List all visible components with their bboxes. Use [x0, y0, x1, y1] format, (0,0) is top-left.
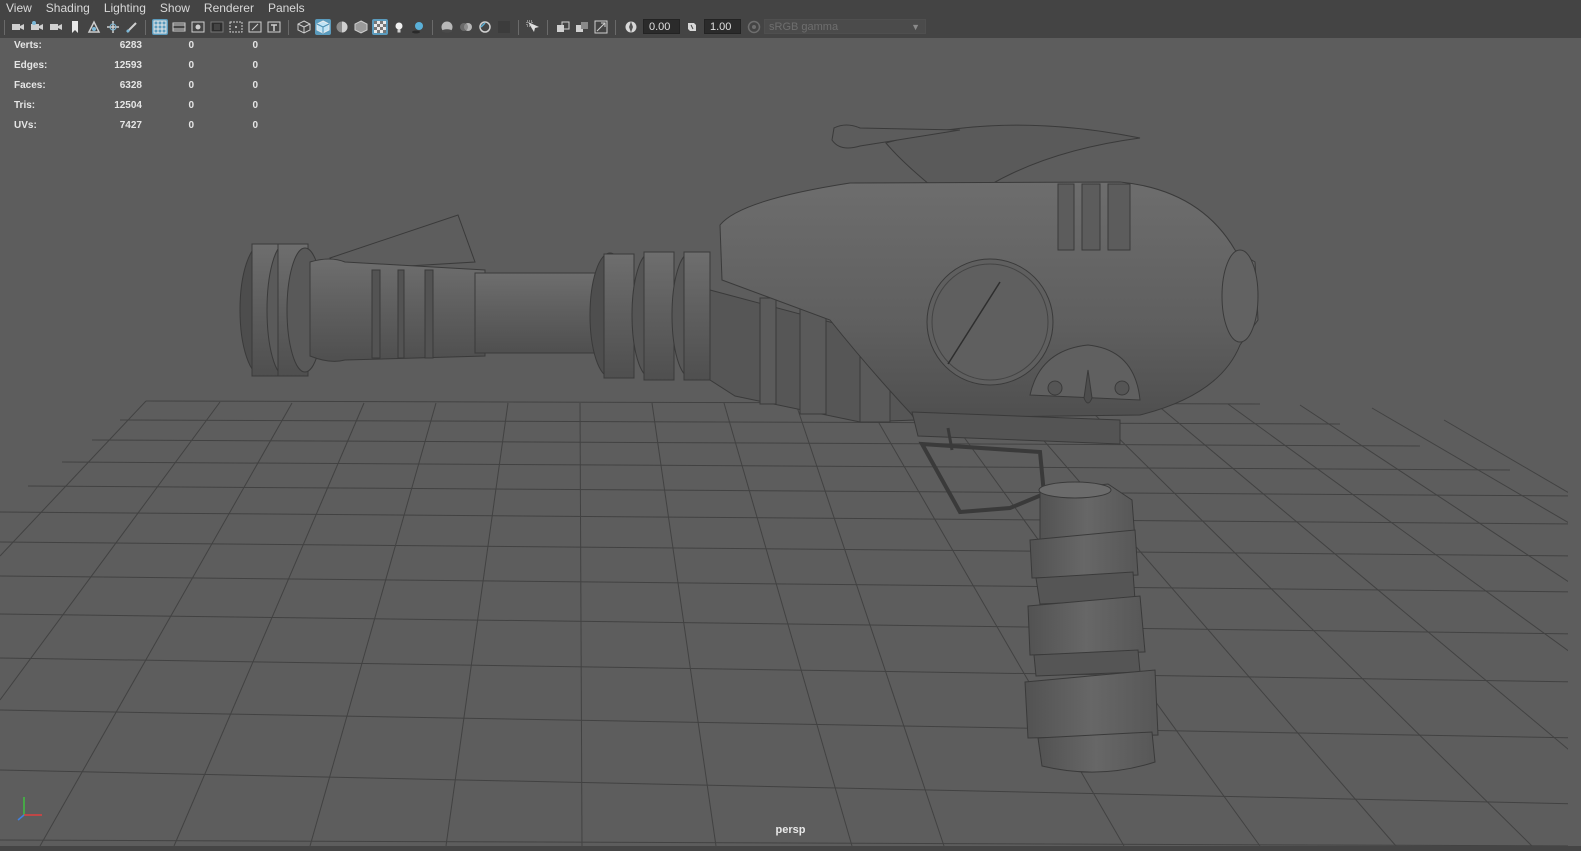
grease-pencil-icon[interactable] — [124, 19, 140, 35]
hud-value: 0 — [252, 80, 258, 91]
toolbar-separator — [518, 20, 519, 35]
hud-row-edges: Edges: 12593 0 0 — [14, 60, 274, 80]
hud-row-tris: Tris: 12504 0 0 — [14, 100, 274, 120]
hud-label: Edges: — [14, 60, 48, 71]
toolbar-separator — [288, 20, 289, 35]
hud-value: 0 — [188, 80, 194, 91]
hud-value: 12504 — [114, 100, 142, 111]
toolbar-separator — [432, 20, 433, 35]
default-material-icon[interactable] — [334, 19, 350, 35]
view-transform-select[interactable]: sRGB gamma ▼ — [764, 19, 926, 34]
gamma-field[interactable]: 1.00 — [704, 19, 741, 34]
multisample-aa-icon[interactable] — [477, 19, 493, 35]
hud-value: 0 — [188, 40, 194, 51]
image-plane-icon[interactable] — [86, 19, 102, 35]
isolate-select-icon[interactable] — [525, 19, 541, 35]
motion-blur-icon[interactable] — [458, 19, 474, 35]
hud-value: 6283 — [119, 40, 142, 51]
film-gate-icon[interactable] — [171, 19, 187, 35]
textured-icon[interactable] — [372, 19, 388, 35]
bookmark-icon[interactable] — [67, 19, 83, 35]
toolbar-separator — [4, 20, 5, 35]
wireframe-icon[interactable] — [296, 19, 312, 35]
ground-grid — [0, 400, 1581, 847]
exposure-field[interactable]: 0.00 — [643, 19, 680, 34]
hud-value: 12593 — [114, 60, 142, 71]
xray-icon[interactable] — [353, 19, 369, 35]
hud-row-faces: Faces: 6328 0 0 — [14, 80, 274, 100]
gate-mask-icon[interactable] — [209, 19, 225, 35]
screen-space-ao-icon[interactable] — [439, 19, 455, 35]
2d-pan-zoom-icon[interactable] — [105, 19, 121, 35]
use-all-lights-icon[interactable] — [391, 19, 407, 35]
gamma-icon[interactable] — [684, 19, 700, 35]
view-transform-value: sRGB gamma — [769, 21, 839, 33]
grid-icon[interactable] — [152, 19, 168, 35]
toolbar-separator — [615, 20, 616, 35]
toolbar-separator — [547, 20, 548, 35]
menu-renderer[interactable]: Renderer — [197, 0, 261, 17]
viewport-bottom-border — [0, 846, 1581, 851]
hud-value: 0 — [252, 60, 258, 71]
depth-of-field-icon[interactable] — [496, 19, 512, 35]
backface-culling-icon[interactable] — [593, 19, 609, 35]
smooth-shade-icon[interactable] — [315, 19, 331, 35]
hud-label: Tris: — [14, 100, 36, 111]
poly-count-hud: Verts: 6283 0 0 Edges: 12593 0 0 Faces: … — [14, 40, 274, 140]
hud-value: 6328 — [119, 80, 142, 91]
menu-panels[interactable]: Panels — [261, 0, 312, 17]
hud-value: 0 — [188, 100, 194, 111]
panel-toolbar: 0.00 1.00 sRGB gamma ▼ — [0, 17, 1581, 39]
menu-lighting[interactable]: Lighting — [97, 0, 153, 17]
hud-label: Verts: — [14, 40, 42, 51]
hud-label: Faces: — [14, 80, 46, 91]
menu-shading[interactable]: Shading — [39, 0, 97, 17]
hud-value: 0 — [188, 120, 194, 131]
viewport-right-edge — [1568, 76, 1581, 851]
menu-show[interactable]: Show — [153, 0, 197, 17]
select-camera-icon[interactable] — [10, 19, 26, 35]
color-management-icon[interactable] — [746, 19, 762, 35]
toolbar-separator — [145, 20, 146, 35]
exposure-icon[interactable] — [623, 19, 639, 35]
viewport-menu-bar: View Shading Lighting Show Renderer Pane… — [0, 0, 1581, 17]
safe-title-icon[interactable] — [266, 19, 282, 35]
axis-gizmo-icon — [17, 797, 42, 821]
xray-joints-icon[interactable] — [555, 19, 571, 35]
hud-label: UVs: — [14, 120, 37, 131]
resolution-gate-icon[interactable] — [190, 19, 206, 35]
hud-value: 0 — [252, 100, 258, 111]
hud-row-uvs: UVs: 7427 0 0 — [14, 120, 274, 140]
hud-value: 0 — [252, 120, 258, 131]
raygun-model — [239, 124, 1259, 773]
menu-view[interactable]: View — [0, 0, 39, 17]
hud-value: 0 — [252, 40, 258, 51]
scene-canvas[interactable] — [0, 38, 1581, 851]
3d-viewport[interactable] — [0, 38, 1581, 851]
xray-active-components-icon[interactable] — [574, 19, 590, 35]
field-chart-icon[interactable] — [228, 19, 244, 35]
camera-bookmark-icon[interactable] — [48, 19, 64, 35]
hud-value: 0 — [188, 60, 194, 71]
shadows-icon[interactable] — [410, 19, 426, 35]
camera-name-label: persp — [775, 824, 806, 836]
safe-action-icon[interactable] — [247, 19, 263, 35]
hud-row-verts: Verts: 6283 0 0 — [14, 40, 274, 60]
camera-attributes-icon[interactable] — [29, 19, 45, 35]
hud-value: 7427 — [119, 120, 142, 131]
chevron-down-icon: ▼ — [911, 22, 920, 32]
